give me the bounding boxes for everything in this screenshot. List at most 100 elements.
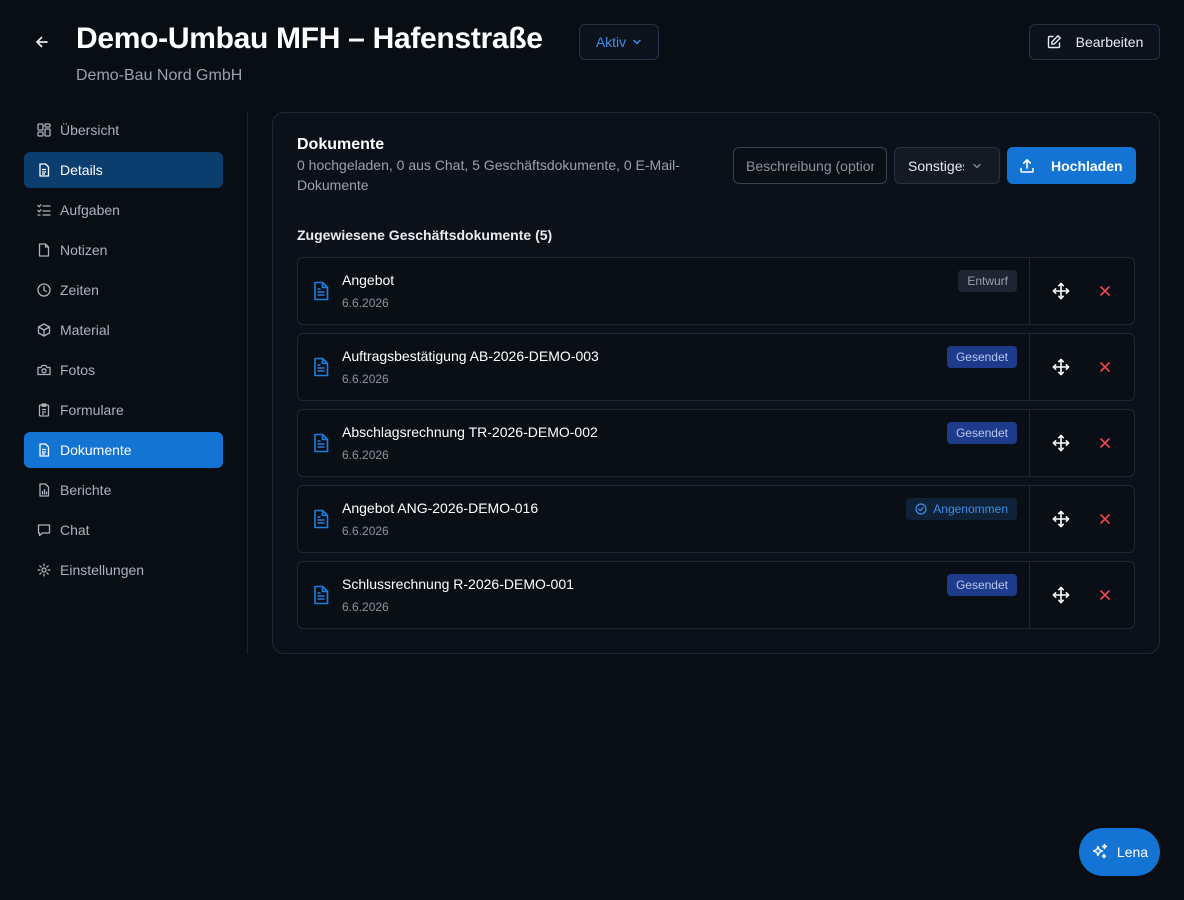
edit-button[interactable]: Bearbeiten <box>1029 24 1160 60</box>
check-circle-icon <box>915 503 927 515</box>
sidebar-item-fotos[interactable]: Fotos <box>24 352 223 388</box>
document-name: Auftragsbestätigung AB-2026-DEMO-003 <box>342 348 599 364</box>
sidebar-item-label: Zeiten <box>60 282 99 298</box>
sidebar-item-details[interactable]: Details <box>24 152 223 188</box>
document-row[interactable]: Schlussrechnung R-2026-DEMO-001 6.6.2026… <box>297 561 1135 629</box>
status-dropdown[interactable]: Aktiv <box>579 24 659 60</box>
move-icon <box>1052 358 1070 376</box>
sidebar-item-uebersicht[interactable]: Übersicht <box>24 112 223 148</box>
sidebar-item-notizen[interactable]: Notizen <box>24 232 223 268</box>
move-button[interactable] <box>1052 282 1070 300</box>
move-button[interactable] <box>1052 586 1070 604</box>
status-badge-label: Gesendet <box>955 578 1008 592</box>
document-row[interactable]: Auftragsbestätigung AB-2026-DEMO-003 6.6… <box>297 333 1135 401</box>
remove-button[interactable] <box>1098 588 1112 602</box>
close-icon <box>1100 514 1110 524</box>
document-row[interactable]: Angebot ANG-2026-DEMO-016 6.6.2026 Angen… <box>297 485 1135 553</box>
sidebar-item-label: Berichte <box>60 482 112 498</box>
move-icon <box>1052 510 1070 528</box>
document-date: 6.6.2026 <box>342 600 389 614</box>
card-title: Dokumente <box>297 136 385 153</box>
close-icon <box>1100 286 1110 296</box>
edit-icon <box>1047 35 1061 49</box>
document-type-value: Sonstiges <box>908 157 964 174</box>
move-button[interactable] <box>1052 358 1070 376</box>
sidebar-item-label: Notizen <box>60 242 108 258</box>
document-type-select[interactable]: Sonstiges <box>894 147 1000 184</box>
sidebar-item-einstellungen[interactable]: Einstellungen <box>24 552 223 588</box>
move-button[interactable] <box>1052 434 1070 452</box>
document-date: 6.6.2026 <box>342 448 389 462</box>
documents-summary: 0 hochgeladen, 0 aus Chat, 5 Geschäftsdo… <box>297 157 680 193</box>
file-text-icon <box>312 509 330 529</box>
company-name: Demo-Bau Nord GmbH <box>76 67 243 84</box>
sidebar-item-dokumente[interactable]: Dokumente <box>24 432 223 468</box>
status-badge: Gesendet <box>946 574 1017 596</box>
document-name: Angebot <box>342 272 395 288</box>
sidebar-item-material[interactable]: Material <box>24 312 223 348</box>
status-badge-label: Gesendet <box>955 350 1008 364</box>
document-icon <box>36 163 51 178</box>
clipboard-icon <box>36 403 51 418</box>
assistant-label: Lena <box>1116 844 1149 860</box>
document-name: Abschlagsrechnung TR-2026-DEMO-002 <box>342 424 598 440</box>
document-date: 6.6.2026 <box>342 372 389 386</box>
description-input[interactable] <box>733 147 887 184</box>
close-icon <box>1100 438 1110 448</box>
document-icon <box>36 443 51 458</box>
clock-icon <box>36 283 51 298</box>
move-icon <box>1052 586 1070 604</box>
checklist-icon <box>36 203 51 218</box>
document-list: Angebot 6.6.2026 Entwurf Auftragsbestäti… <box>297 257 1135 637</box>
close-icon <box>1100 590 1110 600</box>
document-date: 6.6.2026 <box>342 524 389 538</box>
remove-button[interactable] <box>1098 360 1112 374</box>
documents-card: Dokumente 0 hochgeladen, 0 aus Chat, 5 G… <box>272 112 1160 654</box>
sidebar-item-label: Einstellungen <box>60 562 145 578</box>
status-badge-label: Angenommen <box>933 502 1008 516</box>
sidebar-divider <box>247 112 248 654</box>
sidebar-item-label: Dokumente <box>60 442 132 458</box>
page-title: Demo-Umbau MFH – Hafenstraße <box>76 22 543 55</box>
note-icon <box>36 243 51 258</box>
chevron-down-icon <box>973 163 981 168</box>
file-text-icon <box>312 281 330 301</box>
move-icon <box>1052 434 1070 452</box>
arrow-left-icon <box>36 36 48 48</box>
sidebar-item-aufgaben[interactable]: Aufgaben <box>24 192 223 228</box>
row-actions <box>1029 562 1134 628</box>
close-icon <box>1100 362 1110 372</box>
remove-button[interactable] <box>1098 284 1112 298</box>
edit-label: Bearbeiten <box>1075 34 1144 50</box>
sidebar-item-chat[interactable]: Chat <box>24 512 223 548</box>
back-button[interactable] <box>30 30 54 54</box>
file-text-icon <box>312 433 330 453</box>
row-actions <box>1029 258 1134 324</box>
document-row[interactable]: Abschlagsrechnung TR-2026-DEMO-002 6.6.2… <box>297 409 1135 477</box>
sidebar-item-label: Material <box>60 322 110 338</box>
document-name: Angebot ANG-2026-DEMO-016 <box>342 500 539 516</box>
upload-button[interactable]: Hochladen <box>1007 147 1136 184</box>
assigned-documents-heading: Zugewiesene Geschäftsdokumente (5) <box>297 227 553 243</box>
upload-label: Hochladen <box>1051 157 1123 174</box>
sidebar-item-formulare[interactable]: Formulare <box>24 392 223 428</box>
sparkles-icon <box>1092 843 1108 859</box>
gear-icon <box>36 563 51 578</box>
sidebar-item-zeiten[interactable]: Zeiten <box>24 272 223 308</box>
status-badge-label: Entwurf <box>967 274 1008 288</box>
document-date: 6.6.2026 <box>342 296 389 310</box>
remove-button[interactable] <box>1098 436 1112 450</box>
status-badge: Entwurf <box>958 270 1017 292</box>
move-button[interactable] <box>1052 510 1070 528</box>
project-sidebar: Übersicht Details Aufgaben Notizen Zeite… <box>24 112 223 592</box>
sidebar-item-label: Übersicht <box>60 122 120 138</box>
remove-button[interactable] <box>1098 512 1112 526</box>
sidebar-item-berichte[interactable]: Berichte <box>24 472 223 508</box>
status-badge-label: Gesendet <box>955 426 1008 440</box>
row-actions <box>1029 334 1134 400</box>
sidebar-item-label: Aufgaben <box>60 202 120 218</box>
assistant-button[interactable]: Lena <box>1079 828 1160 876</box>
document-row[interactable]: Angebot 6.6.2026 Entwurf <box>297 257 1135 325</box>
sidebar-item-label: Fotos <box>60 362 96 378</box>
sidebar-item-label: Formulare <box>60 402 124 418</box>
